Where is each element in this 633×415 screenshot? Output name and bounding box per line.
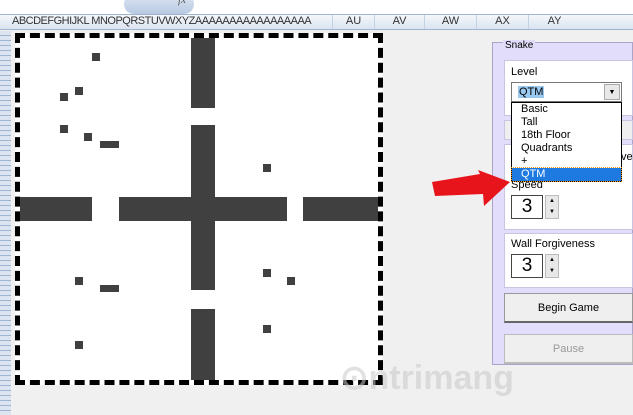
watermark: ⊙ntrimang — [340, 359, 514, 397]
option-plus[interactable]: + — [512, 155, 621, 168]
pause-button[interactable]: Pause — [504, 334, 633, 364]
wall — [191, 309, 215, 380]
wall — [119, 197, 287, 221]
chevron-down-icon[interactable]: ▼ — [604, 84, 620, 100]
wall-label: Wall Forgiveness — [511, 238, 595, 250]
snake — [100, 141, 119, 148]
hidden-button-label: vel — [621, 151, 633, 163]
level-dropdown: Basic Tall 18th Floor Quadrants + QTM — [511, 102, 622, 182]
option-tall[interactable]: Tall — [512, 116, 621, 129]
group-title: Snake — [503, 40, 536, 51]
wall — [303, 197, 378, 221]
food — [92, 53, 100, 61]
food — [75, 277, 83, 285]
option-quadrants[interactable]: Quadrants — [512, 142, 621, 155]
food — [263, 325, 271, 333]
speed-spinner[interactable]: ▲ ▼ — [545, 195, 559, 219]
level-label: Level — [511, 66, 538, 78]
wall — [191, 38, 215, 108]
column-header[interactable]: AV — [374, 15, 424, 29]
row-headers[interactable] — [0, 31, 11, 415]
spin-down-icon[interactable]: ▼ — [546, 266, 558, 277]
formula-bar: fx — [0, 0, 633, 15]
option-18th-floor[interactable]: 18th Floor — [512, 129, 621, 142]
wall-input[interactable]: 3 — [511, 254, 543, 278]
game-board[interactable] — [15, 33, 383, 385]
narrow-column-headers[interactable]: ABCDEFGHIJKL MNOPQRSTUVWXYZAAAAAAAAAAAAA… — [0, 15, 320, 29]
wall — [20, 197, 92, 221]
level-select[interactable]: QTM ▼ — [511, 82, 622, 102]
column-header[interactable]: AY — [528, 15, 580, 29]
begin-game-button[interactable]: Begin Game — [504, 293, 633, 323]
speed-input[interactable]: 3 — [511, 195, 543, 219]
food — [263, 164, 271, 172]
red-arrow-icon — [432, 170, 510, 206]
column-header[interactable]: AU — [332, 15, 374, 29]
level-value: QTM — [518, 86, 545, 98]
food — [60, 125, 68, 133]
snake — [100, 285, 119, 292]
food — [60, 93, 68, 101]
spin-up-icon[interactable]: ▲ — [546, 196, 558, 207]
fx-button[interactable]: fx — [124, 0, 194, 14]
column-header[interactable]: AX — [476, 15, 528, 29]
wall-spinner[interactable]: ▲ ▼ — [545, 254, 559, 278]
option-basic[interactable]: Basic — [512, 103, 621, 116]
food — [287, 277, 295, 285]
spin-up-icon[interactable]: ▲ — [546, 255, 558, 266]
food — [263, 269, 271, 277]
food — [75, 87, 83, 95]
spin-down-icon[interactable]: ▼ — [546, 207, 558, 218]
column-headers: ABCDEFGHIJKL MNOPQRSTUVWXYZAAAAAAAAAAAAA… — [0, 15, 633, 30]
food — [84, 133, 92, 141]
food — [75, 341, 83, 349]
option-qtm[interactable]: QTM — [511, 167, 622, 182]
column-header[interactable]: AW — [424, 15, 476, 29]
